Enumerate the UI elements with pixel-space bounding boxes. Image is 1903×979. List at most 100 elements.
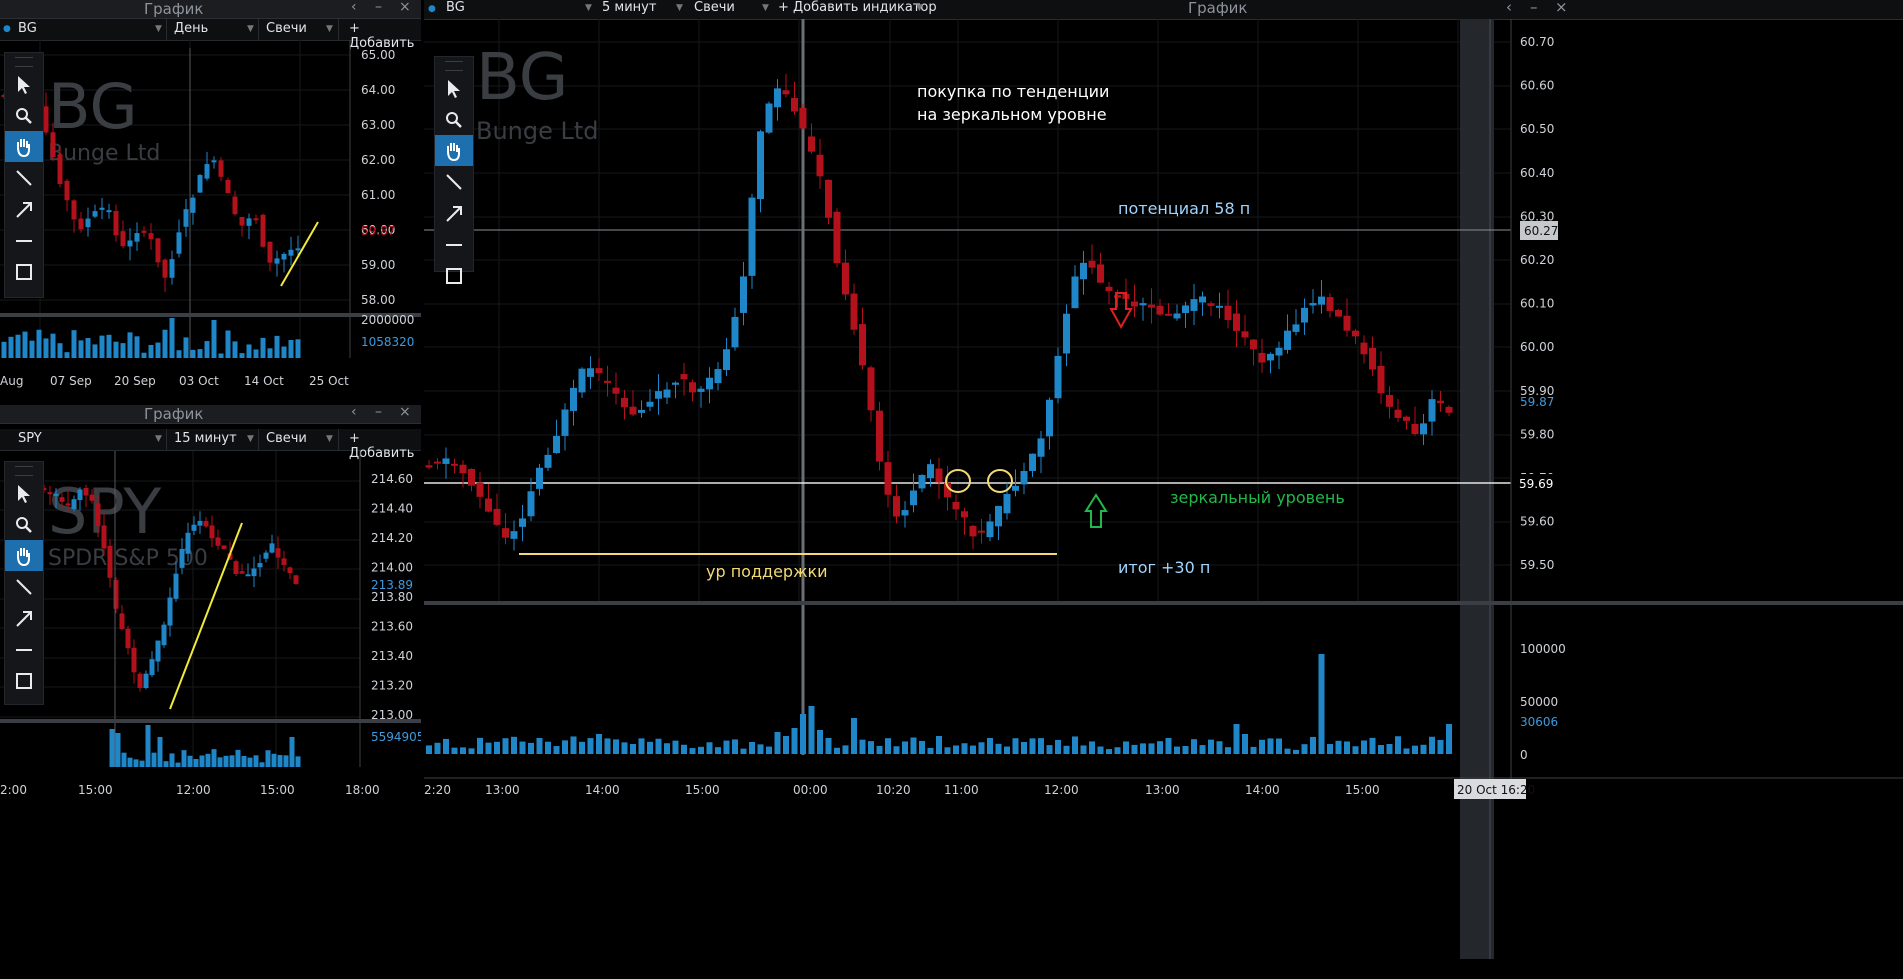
candle [425,465,433,468]
toolbar-grip[interactable] [15,466,33,476]
line-tool-button[interactable] [5,162,43,193]
candle [173,573,179,599]
chevron-down-icon[interactable]: ▼ [585,3,592,13]
line-tool-button[interactable] [5,571,43,602]
volume-bar [183,337,189,358]
volume-bar [1208,739,1214,754]
symbol-selector[interactable]: SPY [18,431,42,446]
volume-bar [169,318,175,358]
rectangle-tool-button[interactable] [435,259,473,290]
panel-titlebar[interactable]: График ‹ – × [0,0,421,19]
volume-bar [92,344,98,358]
timeframe-selector[interactable]: 15 минут [174,431,237,446]
symbol-selector[interactable]: BG [18,21,37,36]
candle [1224,305,1232,321]
horizontal-line-tool-button[interactable] [5,633,43,664]
chevron-left-icon[interactable]: ‹ [1506,0,1512,16]
close-icon[interactable]: × [399,405,411,420]
chart-style-selector[interactable]: Свечи [266,431,307,446]
time-axis-tick: 15:00 [260,783,295,797]
chevron-down-icon[interactable]: ▼ [916,3,923,13]
chevron-down-icon[interactable]: ▼ [762,3,769,13]
arrow-tool-button[interactable] [5,193,43,224]
volume-bar [1276,738,1282,754]
chevron-left-icon[interactable]: ‹ [351,0,357,15]
chevron-down-icon[interactable]: ▼ [326,434,333,444]
chart-style-selector[interactable]: Свечи [694,0,735,15]
candle [493,508,501,525]
chevron-down-icon[interactable]: ▼ [326,24,333,34]
toolbar-grip[interactable] [445,61,463,71]
minimize-icon[interactable]: – [375,405,382,420]
chevron-down-icon[interactable]: ▼ [676,3,683,13]
candle [825,179,832,218]
symbol-selector[interactable]: BG [446,0,465,15]
chevron-down-icon[interactable]: ▼ [247,24,254,34]
horizontal-line-tool-button[interactable] [435,228,473,259]
volume-bar [295,756,301,767]
price-chart[interactable]: SPY SPDR S&P 500 214.60214.40214.20214.0… [0,451,421,979]
panel-titlebar[interactable]: ● BG ▼ 5 минут ▼ Свечи ▼ + Добавить инди… [424,0,1903,20]
price-axis-tick: 58.00 [361,293,395,307]
chart-style-selector[interactable]: Свечи [266,21,307,36]
close-icon[interactable]: × [399,0,411,15]
chevron-down-icon[interactable]: ▼ [155,434,162,444]
volume-bar [1080,745,1087,754]
price-chart[interactable]: BG Bunge Ltd покупка по тенденции на зер… [424,19,1903,979]
volume-bar [120,343,126,358]
hand-tool-button[interactable] [5,131,43,162]
volume-bar [1038,738,1044,754]
volume-bar [706,742,713,754]
volume-bar [217,757,223,767]
candle [1182,305,1189,313]
annotation-mirror-level: зеркальный уровень [1170,488,1345,507]
pointer-tool-button[interactable] [5,478,43,509]
watermark-symbol: BG [48,70,138,143]
chevron-left-icon[interactable]: ‹ [351,405,357,420]
candle [1326,297,1334,311]
pointer-icon [18,75,30,94]
timeframe-selector[interactable]: 5 минут [602,0,656,15]
candle [1420,423,1427,435]
pointer-tool-button[interactable] [5,69,43,100]
close-icon[interactable]: × [1555,0,1568,16]
price-chart[interactable]: BG Bunge Ltd 65.0064.0063.0062.0061.0060… [0,40,421,394]
chevron-down-icon[interactable]: ▼ [247,434,254,444]
candle [233,561,239,575]
chevron-down-icon[interactable]: ▼ [155,24,162,34]
zoom-tool-button[interactable] [5,509,43,540]
panel-titlebar[interactable]: График ‹ – × [0,405,421,424]
hand-tool-button[interactable] [5,540,43,571]
time-axis-tick: 00:00 [793,783,828,797]
candle [485,498,492,512]
line-tool-button[interactable] [435,166,473,197]
candle [961,511,968,518]
volume-bar [477,737,483,754]
add-indicator-button[interactable]: + Добавить индикатор [778,0,937,15]
timeframe-selector[interactable]: День [174,21,208,36]
candle [1309,303,1317,306]
zoom-tool-button[interactable] [435,104,473,135]
volume-bar [1021,742,1027,754]
minimize-icon[interactable]: – [1530,0,1538,16]
zoom-tool-button[interactable] [5,100,43,131]
volume-bar [1250,746,1257,754]
pointer-icon [18,484,30,503]
volume-bar [229,755,235,767]
arrow-tool-button[interactable] [435,197,473,228]
hand-tool-button[interactable] [435,135,473,166]
volume-bar [621,742,628,754]
candle [553,435,560,454]
volume-bar [817,730,823,754]
horizontal-line-tool-button[interactable] [5,224,43,255]
toolbar-grip[interactable] [15,57,33,67]
arrow-tool-button[interactable] [5,602,43,633]
pointer-tool-button[interactable] [435,73,473,104]
rectangle-tool-button[interactable] [5,255,43,286]
rectangle-tool-button[interactable] [5,664,43,695]
volume-bar [604,738,611,754]
candle [1394,409,1402,418]
volume-bar [1114,747,1121,754]
volume-bar [1284,748,1291,754]
minimize-icon[interactable]: – [375,0,382,15]
